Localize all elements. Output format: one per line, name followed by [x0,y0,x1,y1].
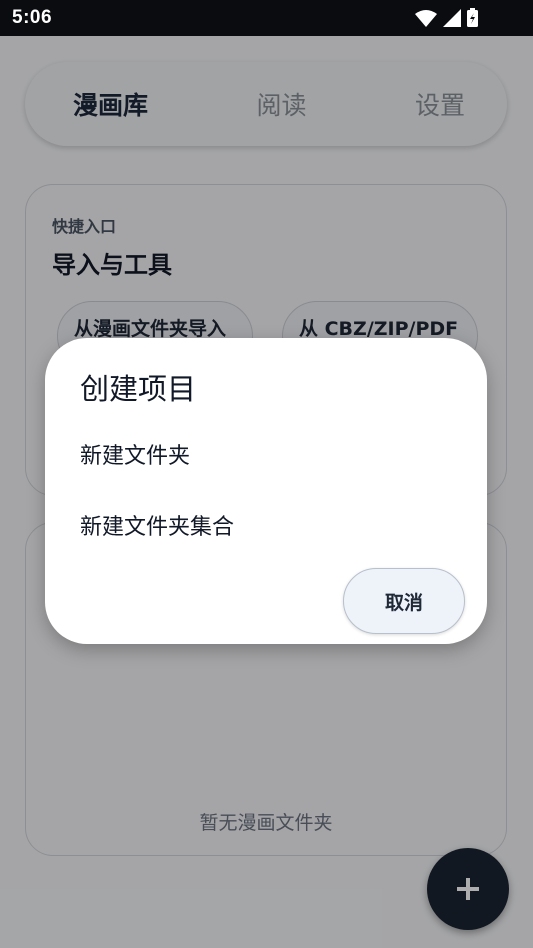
status-bar: 5:06 [0,0,533,36]
status-icons [415,8,478,27]
create-item-dialog: 创建项目 新建文件夹 新建文件夹集合 取消 [45,338,487,644]
cellular-signal-icon [443,9,461,27]
new-folder-option[interactable]: 新建文件夹 [80,438,190,470]
cancel-button[interactable]: 取消 [343,568,465,634]
battery-charging-icon [467,8,478,27]
dialog-title: 创建项目 [80,372,197,406]
status-time: 5:06 [12,7,53,28]
wifi-icon [415,10,437,27]
new-folder-collection-option[interactable]: 新建文件夹集合 [80,509,234,541]
